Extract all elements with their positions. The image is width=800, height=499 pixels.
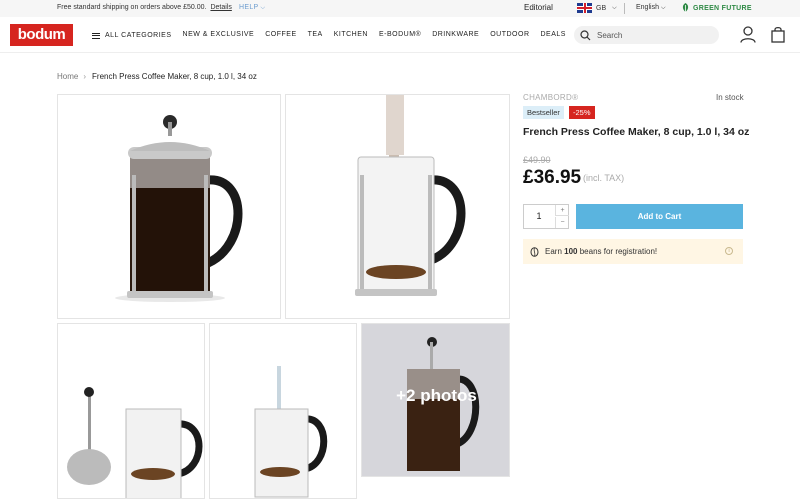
- search-bar[interactable]: [574, 26, 719, 44]
- discount-badge: -25%: [569, 106, 595, 119]
- nav-label: ALL CATEGORIES: [105, 32, 172, 39]
- chevron-down-icon: ⌵: [660, 5, 666, 11]
- shipping-notice: Free standard shipping on orders above £…: [57, 4, 232, 11]
- nav-kitchen[interactable]: KITCHEN: [334, 31, 368, 40]
- nav-e-bodum[interactable]: E-BODUM®: [379, 31, 421, 40]
- breadcrumb-home[interactable]: Home: [57, 72, 78, 81]
- coffee-pouring-image: [355, 95, 466, 296]
- help-menu[interactable]: HELP ⌵: [239, 4, 265, 12]
- current-price: £36.95: [523, 167, 582, 188]
- search-icon: [580, 29, 591, 40]
- breadcrumb-current: French Press Coffee Maker, 8 cup, 1.0 l,…: [92, 72, 257, 81]
- more-photos-label: +2 photos: [396, 386, 477, 405]
- bodum-logo[interactable]: bodum: [10, 24, 73, 46]
- editorial-link[interactable]: Editorial: [524, 3, 553, 12]
- breadcrumb: Home › French Press Coffee Maker, 8 cup, 1…: [57, 72, 257, 81]
- beans-count: 100: [564, 247, 578, 256]
- coffee-bean-icon: [530, 246, 539, 257]
- main-nav: ALL CATEGORIES NEW & EXCLUSIVE COFFEE TE…: [92, 31, 577, 40]
- nav-all-categories[interactable]: ALL CATEGORIES: [92, 31, 172, 40]
- shopping-bag-icon: [771, 26, 785, 43]
- nav-outdoor[interactable]: OUTDOOR: [490, 31, 529, 40]
- tax-note: (incl. TAX): [583, 173, 625, 183]
- quantity-value[interactable]: 1: [524, 205, 554, 228]
- chevron-down-icon: ⌵: [612, 4, 617, 11]
- nav-deals[interactable]: DEALS: [541, 31, 566, 40]
- plus-icon[interactable]: +: [555, 205, 569, 216]
- shipping-text: Free standard shipping on orders above £…: [57, 4, 207, 11]
- add-to-cart-button[interactable]: Add to Cart: [576, 204, 743, 229]
- beans-text: Earn 100 beans for registration!: [545, 247, 657, 256]
- menu-icon: [92, 31, 100, 40]
- green-future-label: GREEN FUTURE: [693, 4, 752, 12]
- green-future-link[interactable]: GREEN FUTURE: [681, 3, 752, 13]
- uk-flag-icon: [577, 3, 592, 13]
- account-button[interactable]: [740, 26, 756, 48]
- old-price: £49.90: [523, 155, 551, 165]
- region-selector[interactable]: GB ⌵: [577, 3, 617, 13]
- search-input[interactable]: [597, 30, 707, 40]
- top-bar: Free standard shipping on orders above £…: [0, 0, 800, 17]
- nav-drinkware[interactable]: DRINKWARE: [432, 31, 479, 40]
- product-photo-4[interactable]: [209, 323, 357, 499]
- user-icon: [740, 26, 756, 43]
- nav-tea[interactable]: TEA: [308, 31, 323, 40]
- product-title: French Press Coffee Maker, 8 cup, 1.0 l,…: [523, 126, 750, 138]
- french-press-image: [115, 115, 243, 302]
- product-photo-main[interactable]: [57, 94, 281, 319]
- region-label: GB: [596, 4, 607, 12]
- help-label: HELP: [239, 4, 259, 11]
- chevron-right-icon: ›: [83, 72, 87, 81]
- cart-button[interactable]: [771, 26, 785, 48]
- product-photo-more[interactable]: +2 photos: [361, 323, 510, 477]
- press-water-image: [254, 366, 328, 498]
- bestseller-badge: Bestseller: [523, 106, 564, 119]
- beans-promo: Earn 100 beans for registration! i: [523, 239, 743, 264]
- quantity-stepper[interactable]: 1 + −: [523, 204, 569, 229]
- product-photo-3[interactable]: [57, 323, 205, 499]
- shipping-details-link[interactable]: Details: [210, 4, 231, 11]
- divider: [624, 3, 625, 14]
- chevron-down-icon: ⌵: [260, 5, 266, 11]
- main-header: bodum ALL CATEGORIES NEW & EXCLUSIVE COF…: [0, 17, 800, 53]
- product-photo-2[interactable]: [285, 94, 510, 319]
- press-parts-image: [67, 387, 203, 498]
- leaf-icon: [682, 3, 689, 13]
- beans-suffix: beans for registration!: [579, 247, 658, 256]
- info-icon[interactable]: i: [725, 247, 733, 255]
- language-label: English: [636, 4, 659, 11]
- minus-icon[interactable]: −: [555, 217, 569, 228]
- product-brand[interactable]: CHAMBORD®: [523, 93, 578, 102]
- nav-new-exclusive[interactable]: NEW & EXCLUSIVE: [183, 31, 255, 40]
- language-selector[interactable]: English ⌵: [636, 4, 666, 12]
- beans-prefix: Earn: [545, 247, 562, 256]
- stock-status: In stock: [716, 93, 744, 102]
- nav-coffee[interactable]: COFFEE: [265, 31, 296, 40]
